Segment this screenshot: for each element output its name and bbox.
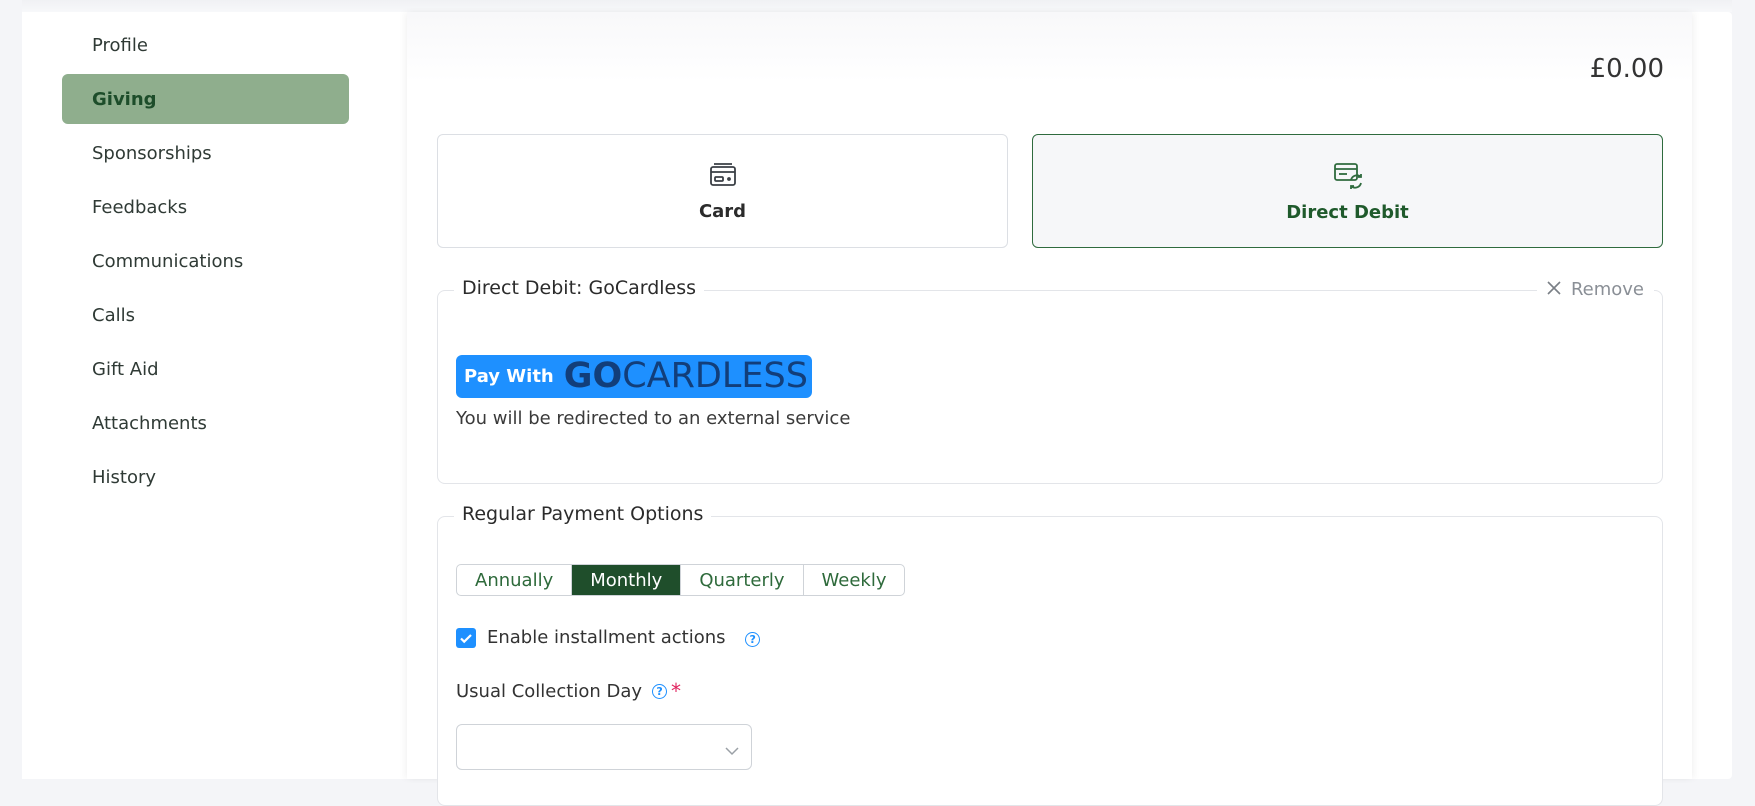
enable-installments-checkbox[interactable] bbox=[456, 628, 476, 648]
collection-day-text: Usual Collection Day bbox=[456, 680, 643, 702]
checkmark-icon bbox=[456, 633, 476, 652]
frequency-selector: Annually Monthly Quarterly Weekly bbox=[456, 564, 906, 596]
gocardless-logo-rest: CARDLESS bbox=[622, 356, 808, 396]
credit-card-icon bbox=[708, 161, 738, 193]
collection-day-select[interactable] bbox=[456, 724, 752, 770]
sidebar-item-gift-aid[interactable]: Gift Aid bbox=[62, 344, 349, 394]
payment-method-label: Direct Debit bbox=[1286, 201, 1409, 223]
sidebar-item-communications[interactable]: Communications bbox=[62, 236, 349, 286]
payment-method-label: Card bbox=[698, 200, 747, 222]
sidebar-item-giving[interactable]: Giving bbox=[62, 74, 349, 124]
pay-with-label: Pay With bbox=[464, 366, 554, 387]
direct-debit-legend: Direct Debit: GoCardless bbox=[454, 277, 705, 299]
sidebar-item-profile[interactable]: Profile bbox=[62, 20, 349, 70]
sidebar-item-label: Gift Aid bbox=[92, 358, 159, 380]
total-amount: £0.00 bbox=[1589, 54, 1664, 84]
remove-label: Remove bbox=[1570, 279, 1644, 300]
redirect-note: You will be redirected to an external se… bbox=[456, 408, 851, 429]
sidebar-item-label: History bbox=[92, 466, 157, 488]
sidebar-item-history[interactable]: History bbox=[62, 452, 349, 502]
sidebar-item-label: Profile bbox=[92, 34, 148, 56]
chevron-down-icon bbox=[725, 741, 739, 760]
payment-method-direct-debit[interactable]: Direct Debit bbox=[1032, 134, 1663, 248]
sidebar-item-label: Feedbacks bbox=[92, 196, 188, 218]
close-icon bbox=[1547, 279, 1561, 300]
regular-payment-section: Regular Payment Options Annually Monthly… bbox=[437, 503, 1663, 806]
sidebar-item-calls[interactable]: Calls bbox=[62, 290, 349, 340]
sidebar-item-label: Attachments bbox=[92, 412, 207, 434]
regular-payment-legend: Regular Payment Options bbox=[454, 503, 712, 525]
sidebar-item-label: Giving bbox=[92, 88, 157, 110]
sidebar-item-label: Communications bbox=[92, 250, 244, 272]
frequency-option-annually[interactable]: Annually bbox=[457, 565, 573, 595]
pay-with-gocardless-button[interactable]: Pay With GOCARDLESS bbox=[456, 355, 812, 398]
help-icon[interactable]: ? bbox=[745, 632, 761, 647]
sidebar-item-sponsorships[interactable]: Sponsorships bbox=[62, 128, 349, 178]
sidebar-item-label: Sponsorships bbox=[92, 142, 212, 164]
window-top-edge bbox=[22, 0, 1732, 12]
sidebar-item-feedbacks[interactable]: Feedbacks bbox=[62, 182, 349, 232]
frequency-option-quarterly[interactable]: Quarterly bbox=[681, 565, 804, 595]
giving-panel: £0.00 Card Direct Debit Direct Debit: Go… bbox=[407, 12, 1692, 806]
direct-debit-section: Direct Debit: GoCardless Remove Pay With… bbox=[437, 277, 1663, 484]
enable-installments-text: Enable installment actions bbox=[487, 627, 726, 648]
frequency-option-weekly[interactable]: Weekly bbox=[804, 565, 905, 595]
frequency-option-monthly[interactable]: Monthly bbox=[572, 565, 682, 595]
help-icon[interactable]: ? bbox=[652, 683, 668, 699]
sidebar-item-attachments[interactable]: Attachments bbox=[62, 398, 349, 448]
required-indicator: * bbox=[671, 679, 682, 703]
enable-installments-label: Enable installment actions ? bbox=[487, 627, 761, 648]
sidebar-item-label: Calls bbox=[92, 304, 135, 326]
gocardless-logo-bold: GO bbox=[563, 356, 623, 396]
collection-day-label: Usual Collection Day ? * bbox=[456, 679, 681, 703]
recurring-payment-icon bbox=[1332, 160, 1364, 194]
sidebar: Profile Giving Sponsorships Feedbacks Co… bbox=[22, 12, 407, 779]
payment-method-card[interactable]: Card bbox=[437, 134, 1008, 248]
gocardless-logo: GOCARDLESS bbox=[564, 359, 808, 394]
remove-button[interactable]: Remove bbox=[1536, 279, 1654, 300]
